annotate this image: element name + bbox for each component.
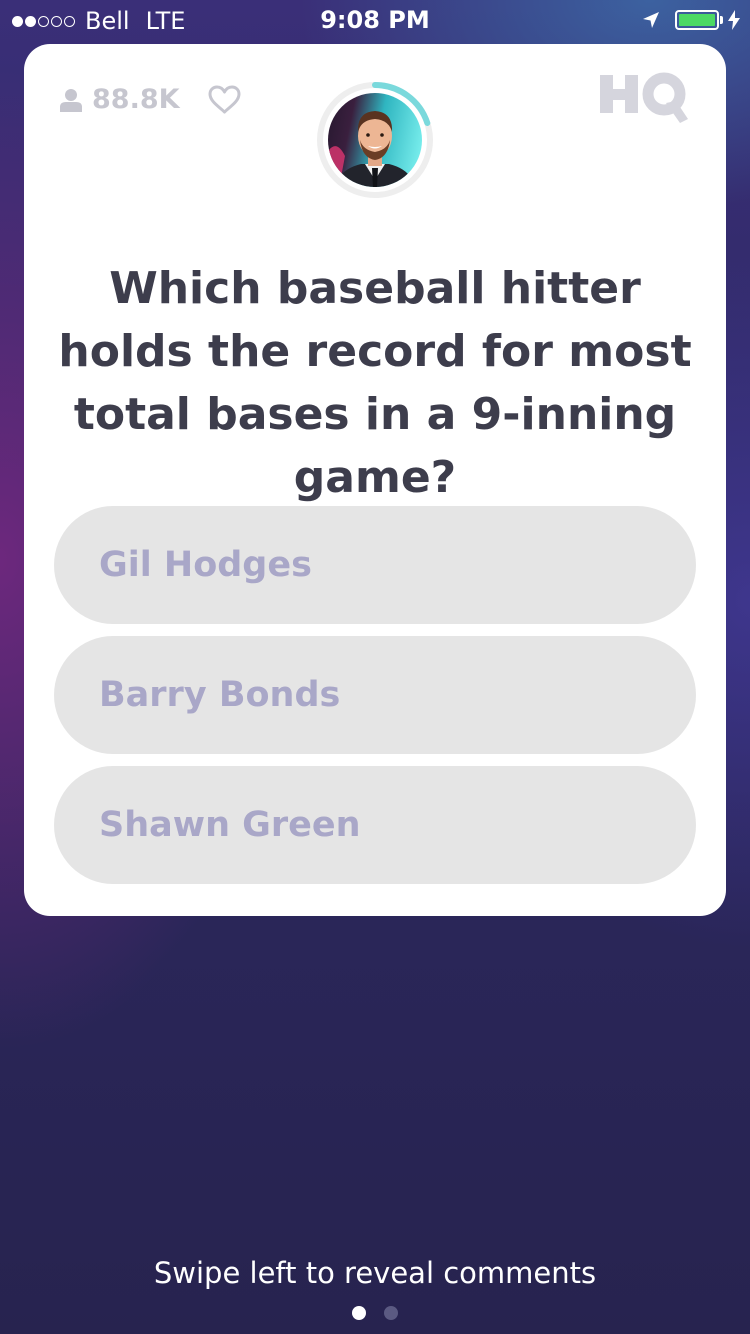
question-text: Which baseball hitter holds the record f… xyxy=(58,263,692,503)
question-card: 88.8K Which baseball hitter holds the re… xyxy=(24,44,726,916)
battery-level xyxy=(679,14,715,26)
battery-cap xyxy=(720,16,723,24)
user-icon xyxy=(60,88,92,112)
hq-logo: HQ xyxy=(598,71,690,125)
status-right xyxy=(641,10,740,30)
battery-icon xyxy=(675,10,719,30)
answer-label: Shawn Green xyxy=(99,805,361,845)
status-bar: Bell LTE 9:08 PM xyxy=(0,0,750,40)
swipe-hint: Swipe left to reveal comments xyxy=(153,1256,597,1290)
host-photo xyxy=(328,93,422,187)
location-arrow-icon xyxy=(641,10,661,30)
viewer-count-label: 88.8K xyxy=(92,84,180,115)
answer-label: Barry Bonds xyxy=(99,675,341,715)
charging-bolt-icon xyxy=(728,10,740,30)
answer-option-3[interactable]: Shawn Green xyxy=(54,766,696,884)
status-time: 9:08 PM xyxy=(320,6,430,34)
heart-icon[interactable] xyxy=(208,85,241,114)
host-avatar xyxy=(315,80,435,200)
page-indicator[interactable] xyxy=(0,1306,750,1320)
answer-option-1[interactable]: Gil Hodges xyxy=(54,506,696,624)
answer-option-2[interactable]: Barry Bonds xyxy=(54,636,696,754)
page-dot-game[interactable] xyxy=(352,1306,366,1320)
viewer-count: 88.8K xyxy=(60,84,180,115)
answer-label: Gil Hodges xyxy=(99,545,312,585)
page-dot-comments[interactable] xyxy=(384,1306,398,1320)
